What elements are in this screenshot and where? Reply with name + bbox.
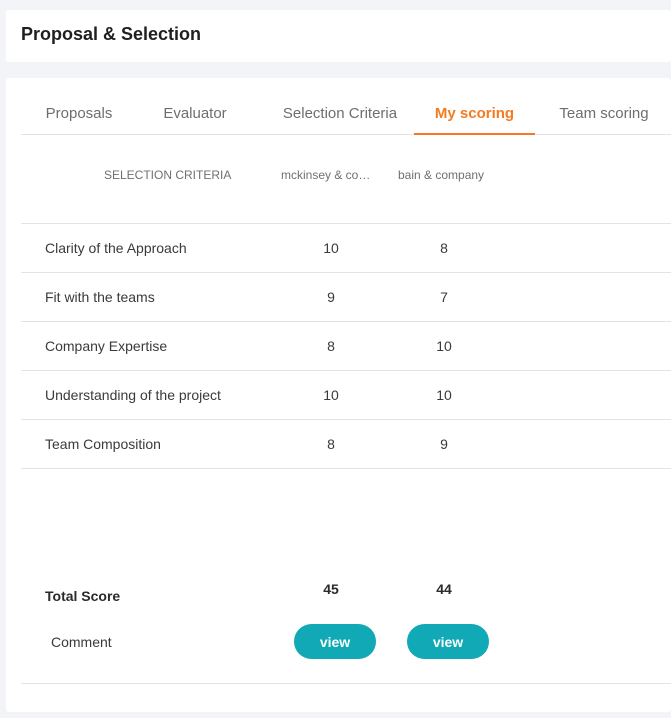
page-header: Proposal & Selection: [6, 10, 671, 62]
total-score-value: 45: [323, 581, 339, 597]
tab-evaluator[interactable]: Evaluator: [145, 105, 245, 135]
total-score-label: Total Score: [45, 588, 121, 604]
score-cell: 7: [440, 289, 448, 305]
tab-selection-criteria[interactable]: Selection Criteria: [265, 105, 415, 135]
table-divider: [21, 683, 671, 684]
score-cell: 8: [440, 240, 448, 256]
table-row: Understanding of the project 10 10: [21, 371, 671, 419]
table-row: Company Expertise 8 10: [21, 322, 671, 370]
criterion-label: Company Expertise: [45, 338, 168, 354]
score-cell: 10: [323, 387, 339, 403]
column-header-criteria: SELECTION CRITERIA: [104, 168, 232, 182]
criterion-label: Team Composition: [45, 436, 161, 452]
scoring-panel: Proposals Evaluator Selection Criteria M…: [6, 78, 671, 712]
table-divider: [21, 468, 671, 469]
tab-team-scoring[interactable]: Team scoring: [544, 105, 664, 135]
column-header-company: bain & company: [398, 168, 485, 182]
score-cell: 9: [440, 436, 448, 452]
score-cell: 10: [436, 387, 452, 403]
tab-my-scoring[interactable]: My scoring: [414, 105, 535, 135]
score-cell: 10: [436, 338, 452, 354]
criterion-label: Understanding of the project: [45, 387, 221, 403]
view-comment-button[interactable]: view: [294, 624, 376, 659]
criterion-label: Clarity of the Approach: [45, 240, 187, 256]
table-row: Clarity of the Approach 10 8: [21, 224, 671, 272]
view-comment-button[interactable]: view: [407, 624, 489, 659]
tab-proposals[interactable]: Proposals: [29, 105, 129, 135]
score-cell: 8: [327, 436, 335, 452]
table-row: Fit with the teams 9 7: [21, 273, 671, 321]
column-header-company: mckinsey & company: [281, 168, 375, 182]
comment-label: Comment: [51, 634, 112, 650]
tab-bar: Proposals Evaluator Selection Criteria M…: [21, 78, 671, 135]
score-cell: 9: [327, 289, 335, 305]
total-score-value: 44: [436, 581, 452, 597]
score-cell: 10: [323, 240, 339, 256]
score-cell: 8: [327, 338, 335, 354]
criterion-label: Fit with the teams: [45, 289, 155, 305]
page-title: Proposal & Selection: [21, 24, 202, 44]
table-row: Team Composition 8 9: [21, 420, 671, 468]
